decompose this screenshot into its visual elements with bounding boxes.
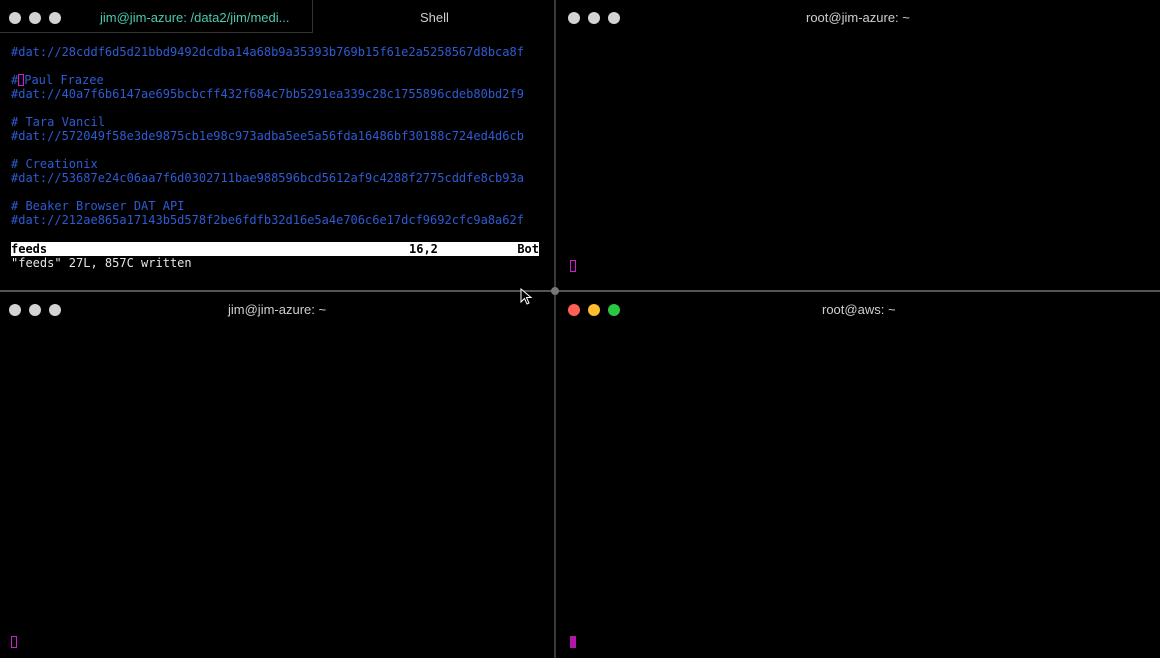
window-title: jim@jim-azure: ~ [228,302,327,317]
tab-active-label: jim@jim-azure: /data2/jim/medi... [100,10,290,25]
text-cursor [11,636,17,648]
buffer-line: #dat://53687e24c06aa7f6d0302711bae988596… [11,171,524,185]
text-cursor [570,636,576,648]
buffer-line [11,59,541,73]
titlebar: root@aws: ~ [556,292,1160,326]
zoom-button[interactable] [49,304,61,316]
window-controls [568,12,620,24]
status-scroll: Bot [517,242,539,256]
window-title: root@jim-azure: ~ [806,10,910,25]
window-controls [568,304,620,316]
status-line: feeds 16,2 Bot [11,242,539,256]
line-prefix: # [11,73,19,87]
pane-top-left[interactable]: jim@jim-azure: /data2/jim/medi... Shell … [0,0,554,290]
pane-bottom-right[interactable]: root@aws: ~ [556,292,1160,658]
buffer-line [11,101,541,115]
titlebar: jim@jim-azure: /data2/jim/medi... Shell [0,0,554,34]
buffer-line: #dat://212ae865a17143b5d578f2be6fdfb32d1… [11,213,524,227]
window-title: root@aws: ~ [822,302,896,317]
pane-bottom-left[interactable]: jim@jim-azure: ~ [0,292,554,658]
terminal-prompt[interactable] [570,633,576,651]
pane-top-right[interactable]: root@jim-azure: ~ [556,0,1160,290]
titlebar: root@jim-azure: ~ [556,0,1160,34]
terminal-prompt[interactable] [11,633,17,651]
tab-active[interactable]: jim@jim-azure: /data2/jim/medi... [0,0,313,33]
close-button[interactable] [568,304,580,316]
status-filename: feeds [11,242,48,256]
buffer-line: # Tara Vancil [11,115,105,129]
horizontal-split-divider[interactable] [0,290,1160,292]
vertical-split-divider[interactable] [554,0,556,658]
status-position: 16,2 [409,242,438,256]
editor-buffer[interactable]: #dat://28cddf6d5d21bbd9492dcdba14a68b9a3… [11,45,541,227]
window-controls [9,304,61,316]
buffer-line: # Creationix [11,157,98,171]
buffer-line: # Beaker Browser DAT API [11,199,185,213]
split-handle[interactable] [551,287,559,295]
buffer-line: #dat://40a7f6b6147ae695bcbcff432f684c7bb… [11,87,524,101]
command-message: "feeds" 27L, 857C written [11,256,192,270]
zoom-button[interactable] [608,12,620,24]
minimize-button[interactable] [588,304,600,316]
line-text: Paul Frazee [24,73,104,87]
buffer-line: #dat://572049f58e3de9875cb1e98c973adba5e… [11,129,524,143]
tab-shell-label: Shell [420,10,449,25]
buffer-line [11,185,541,199]
buffer-line: # Paul Frazee [11,73,541,87]
close-button[interactable] [9,304,21,316]
minimize-button[interactable] [588,12,600,24]
terminal-prompt[interactable] [570,257,576,275]
close-button[interactable] [568,12,580,24]
buffer-line [11,143,541,157]
tab-shell[interactable]: Shell [313,0,554,33]
zoom-button[interactable] [608,304,620,316]
mouse-pointer-icon [520,288,533,305]
buffer-line: #dat://28cddf6d5d21bbd9492dcdba14a68b9a3… [11,45,524,59]
minimize-button[interactable] [29,304,41,316]
titlebar: jim@jim-azure: ~ [0,292,554,326]
text-cursor [570,260,576,272]
